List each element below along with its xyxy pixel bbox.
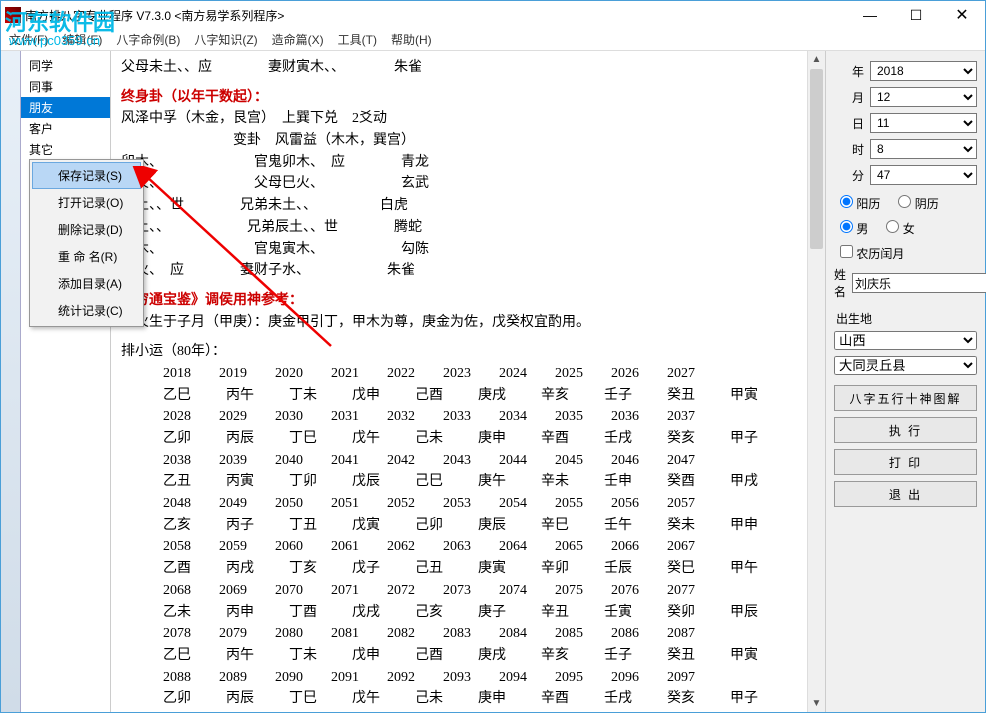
menu-tools[interactable]: 工具(T) [338,31,377,48]
main-content: 父母未土、、应 妻财寅木、、 朱雀 终身卦（以年干数起）： 风泽中孚（木金，艮宫… [111,51,807,712]
table-row: 2088 2089 2090 2091 2092 2093 2094 2095 … [121,667,797,689]
month-select[interactable]: 12 [870,87,977,107]
table-row: 乙未 丙申 丁酉 戊戌 己亥 庚子 辛丑 壬寅 癸卯 甲辰 [121,602,797,624]
heading: 《穷通宝鉴》调侯用神参考： [121,290,797,312]
text-line: 未土、、世 兄弟未土、、 白虎 [121,195,797,217]
left-gutter [1,51,21,712]
year-label: 年 [834,63,870,80]
sidebar-item-other[interactable]: 其它 [21,139,110,160]
ctx-rename[interactable]: 重 命 名(R) [32,243,141,270]
text-line: 巳火、 父母巳火、 玄武 [121,173,797,195]
menu-knowledge[interactable]: 八字知识(Z) [194,31,257,48]
close-button[interactable]: ✕ [939,1,985,29]
maximize-button[interactable]: ☐ [893,1,939,29]
table-row: 乙丑 丙寅 丁卯 戊辰 己巳 庚午 辛未 壬申 癸酉 甲戌 [121,471,797,493]
text-line: 巳火、 应 妻财子水、 朱雀 [121,260,797,282]
text-line: 丑土、、 兄弟辰土、、世 腾蛇 [121,217,797,239]
table-row: 2028 2029 2030 2031 2032 2033 2034 2035 … [121,406,797,428]
table-row: 乙巳 丙午 丁未 戊申 己酉 庚戌 辛亥 壬子 癸丑 甲寅 [121,645,797,667]
radio-lunar[interactable]: 阴历 [898,195,938,212]
table-row: 2048 2049 2050 2051 2052 2053 2054 2055 … [121,493,797,515]
sidebar: 同学 同事 朋友 客户 其它 [21,51,111,712]
radio-solar[interactable]: 阳历 [840,195,880,212]
year-select[interactable]: 2018 [870,61,977,81]
day-label: 日 [834,115,870,132]
minimize-button[interactable]: — [847,1,893,29]
ctx-stats[interactable]: 统计记录(C) [32,297,141,324]
table-row: 2058 2059 2060 2061 2062 2063 2064 2065 … [121,536,797,558]
ctx-add-dir[interactable]: 添加目录(A) [32,270,141,297]
text-line: 丁火生于子月（甲庚）：庚金甲引丁，甲木为尊，庚金为佐，戊癸权宜酌用。 [121,312,797,334]
province-select[interactable]: 山西 [834,331,977,350]
diagram-button[interactable]: 八字五行十神图解 [834,385,977,411]
scrollbar[interactable]: ▲ ▼ [807,51,825,712]
text-line: 风泽中孚（木金，艮宫） 上巽下兑 2爻动 [121,108,797,130]
table-row: 乙亥 丙子 丁丑 戊寅 己卯 庚辰 辛巳 壬午 癸未 甲申 [121,515,797,537]
day-select[interactable]: 11 [870,113,977,133]
menu-examples[interactable]: 八字命例(B) [116,31,180,48]
sidebar-item-colleague[interactable]: 同事 [21,76,110,97]
app-icon [5,7,21,23]
sidebar-item-friend[interactable]: 朋友 [21,97,110,118]
context-menu: 保存记录(S) 打开记录(O) 删除记录(D) 重 命 名(R) 添加目录(A)… [29,159,144,327]
scroll-thumb[interactable] [810,69,823,249]
text-line: 卯木、 官鬼卯木、 应 青龙 [121,152,797,174]
titlebar: 南方排八字专业程序 V7.3.0 <南方易学系列程序> — ☐ ✕ [1,1,985,29]
birthplace-label: 出生地 [834,306,977,331]
text-line: 变卦 风雷益（木木，巽宫） [121,130,797,152]
radio-female[interactable]: 女 [886,220,914,237]
minute-select[interactable]: 47 [870,165,977,185]
minute-label: 分 [834,167,870,184]
table-row: 乙酉 丙戌 丁亥 戊子 己丑 庚寅 辛卯 壬辰 癸巳 甲午 [121,558,797,580]
table-row: 乙卯 丙辰 丁巳 戊午 己未 庚申 辛酉 壬戌 癸亥 甲子 [121,428,797,450]
text-line: 父母未土、、应 妻财寅木、、 朱雀 [121,57,797,79]
print-button[interactable]: 打 印 [834,449,977,475]
name-label: 姓名 [834,266,852,300]
table-row: 2068 2069 2070 2071 2072 2073 2074 2075 … [121,580,797,602]
window-title: 南方排八字专业程序 V7.3.0 <南方易学系列程序> [25,7,284,24]
menubar: 文件(F) 编辑(E) 八字命例(B) 八字知识(Z) 造命篇(X) 工具(T)… [1,29,985,51]
text-line: 排小运（80年）： [121,341,797,363]
scroll-down-icon[interactable]: ▼ [808,695,825,712]
menu-edit[interactable]: 编辑(E) [62,31,102,48]
execute-button[interactable]: 执 行 [834,417,977,443]
table-row: 2038 2039 2040 2041 2042 2043 2044 2045 … [121,450,797,472]
ctx-delete[interactable]: 删除记录(D) [32,216,141,243]
exit-button[interactable]: 退 出 [834,481,977,507]
window-controls: — ☐ ✕ [847,1,985,29]
table-row: 乙卯 丙辰 丁巳 戊午 己未 庚申 辛酉 壬戌 癸亥 甲子 [121,688,797,710]
text-line: 卯木、 官鬼寅木、 勾陈 [121,239,797,261]
radio-male[interactable]: 男 [840,220,868,237]
checkbox-lunar-leap[interactable]: 农历闰月 [840,247,904,261]
menu-help[interactable]: 帮助(H) [391,31,432,48]
month-label: 月 [834,89,870,106]
fortune-table: 2018 2019 2020 2021 2022 2023 2024 2025 … [121,363,797,710]
scroll-up-icon[interactable]: ▲ [808,51,825,68]
sidebar-item-customer[interactable]: 客户 [21,118,110,139]
sidebar-item-classmate[interactable]: 同学 [21,55,110,76]
heading: 终身卦（以年干数起）： [121,87,797,109]
name-input[interactable] [852,273,986,293]
ctx-save[interactable]: 保存记录(S) [32,162,141,189]
menu-file[interactable]: 文件(F) [9,31,48,48]
ctx-open[interactable]: 打开记录(O) [32,189,141,216]
right-panel: 年2018 月12 日11 时8 分47 阳历 阴历 男 女 农历闰月 姓名 出… [825,51,985,712]
city-select[interactable]: 大同灵丘县 [834,356,977,375]
table-row: 2018 2019 2020 2021 2022 2023 2024 2025 … [121,363,797,385]
table-row: 2078 2079 2080 2081 2082 2083 2084 2085 … [121,623,797,645]
menu-zaoming[interactable]: 造命篇(X) [272,31,324,48]
hour-label: 时 [834,141,870,158]
table-row: 乙巳 丙午 丁未 戊申 己酉 庚戌 辛亥 壬子 癸丑 甲寅 [121,385,797,407]
hour-select[interactable]: 8 [870,139,977,159]
